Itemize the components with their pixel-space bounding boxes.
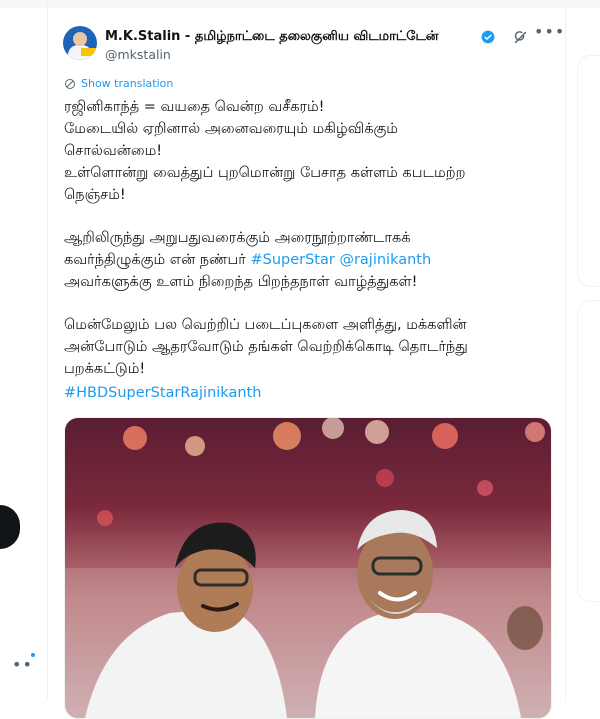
rajinikanth-mention-link[interactable]: @rajinikanth xyxy=(339,252,431,268)
tweet-photo[interactable] xyxy=(64,417,552,719)
photo-illustration xyxy=(65,418,551,718)
tweet-line-text: கவர்ந்திழுக்கும் என் நண்பர் xyxy=(64,252,246,268)
avatar[interactable] xyxy=(63,26,97,60)
tweet-line: ஆறிலிருந்து அறுபதுவரைக்கும் அரைநூற்றாண்ட… xyxy=(64,230,411,246)
tweet-line: ரஜினிகாந்த் = வயதை வென்ற வசீகரம்! xyxy=(64,99,325,115)
author-handle[interactable]: @mkstalin xyxy=(105,47,171,62)
more-nav-icon[interactable]: •• xyxy=(12,653,35,674)
left-divider xyxy=(47,0,48,700)
superstar-hashtag-link[interactable]: #SuperStar xyxy=(250,252,334,268)
tweet-line: பறக்கட்டும்! xyxy=(64,361,146,377)
top-strip xyxy=(0,0,600,8)
tweet-line: மேடையில் ஏறினால் அனைவரையும் மகிழ்விக்கும… xyxy=(64,121,398,137)
tweet-text: ரஜினிகாந்த் = வயதை வென்ற வசீகரம்! மேடையி… xyxy=(64,96,554,380)
hbd-hashtag-link[interactable]: #HBDSuperStarRajinikanth xyxy=(64,385,261,401)
right-sidebar-card-lower xyxy=(577,300,600,602)
tweet-line: நெஞ்சம்! xyxy=(64,187,126,203)
grok-icon[interactable] xyxy=(513,30,528,45)
verified-badge-icon xyxy=(481,30,495,44)
more-horizontal-icon[interactable]: ••• xyxy=(534,22,565,41)
show-translation-link[interactable]: Show translation xyxy=(64,77,173,90)
tweet-line: மென்மேலும் பல வெற்றிப் படைப்புகளை அளித்த… xyxy=(64,317,467,333)
right-divider xyxy=(565,0,566,700)
show-translation-label[interactable]: Show translation xyxy=(81,77,173,90)
tweet-line: அவர்களுக்கு உளம் நிறைந்த பிறந்தநாள் வாழ்… xyxy=(64,274,418,290)
notification-dot xyxy=(31,653,35,657)
tweet-line: கவர்ந்திழுக்கும் என் நண்பர் #SuperStar @… xyxy=(64,249,554,271)
tweet-line: உள்ளொன்று வைத்துப் புறமொன்று பேசாத கள்ளம… xyxy=(64,165,466,181)
right-sidebar-card xyxy=(577,55,600,287)
tweet-header: M.K.Stalin - தமிழ்நாட்டை தலைகுனிய விடமாட… xyxy=(63,22,564,64)
author-display-name[interactable]: M.K.Stalin - தமிழ்நாட்டை தலைகுனிய விடமாட… xyxy=(105,29,438,45)
translate-icon xyxy=(65,78,75,89)
tweet-line: சொல்வன்மை! xyxy=(64,143,163,159)
floating-action-button[interactable] xyxy=(0,505,20,549)
tweet-line: அன்போடும் ஆதரவோடும் தங்கள் வெற்றிக்கொடி … xyxy=(64,339,468,355)
